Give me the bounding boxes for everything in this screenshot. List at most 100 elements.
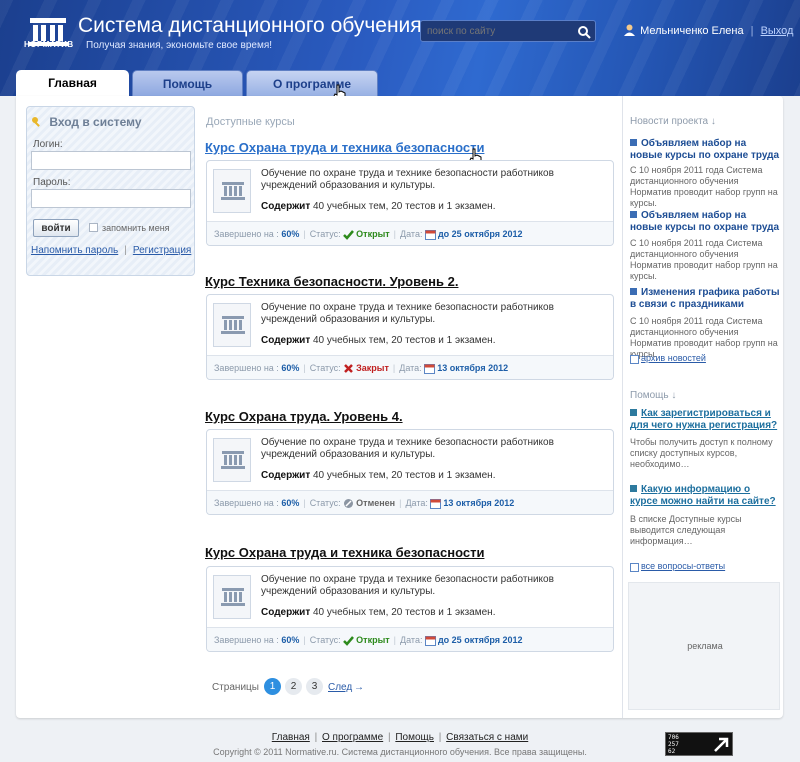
course-description: Обучение по охране труда и технике безоп…	[261, 574, 554, 597]
user-area: Мельниченко Елена | Выход	[624, 24, 793, 37]
login-button[interactable]: войти	[33, 219, 79, 237]
ad-label: реклама	[687, 641, 723, 651]
courses-section-title: Доступные курсы	[206, 116, 295, 128]
course-icon	[213, 303, 251, 347]
user-name[interactable]: Мельниченко Елена	[640, 25, 744, 37]
course-footer: Завершено на : 60% | Статус: Отменен | Дата:…	[207, 490, 613, 514]
remember-label: запомнить меня	[102, 223, 170, 233]
logout-link[interactable]: Выход	[761, 25, 794, 37]
page-1-button[interactable]: 1	[264, 678, 281, 695]
help-item-title[interactable]: Какую информацию о курсе можно найти на …	[630, 484, 780, 508]
calendar-icon	[430, 499, 442, 509]
news-bullet-icon	[630, 288, 637, 295]
password-label: Пароль:	[33, 177, 71, 188]
course-date: 13 октября 2012	[437, 363, 509, 373]
status-badge: Отменен	[356, 498, 396, 508]
course-contents: Содержит 40 учебных тем, 20 тестов и 1 э…	[261, 201, 496, 212]
news-bullet-icon	[630, 211, 637, 218]
help-item-text: В списке Доступные курсы выводится следу…	[630, 514, 742, 546]
course-title[interactable]: Курс Охрана труда и техника безопасности	[205, 140, 484, 155]
arrow-right-icon: →	[354, 682, 364, 693]
news-archive-link[interactable]: архив новостей	[630, 353, 706, 364]
register-link[interactable]: Регистрация	[133, 245, 191, 256]
course-card: Обучение по охране труда и технике безоп…	[206, 429, 614, 515]
search-input[interactable]	[427, 23, 567, 39]
cancel-icon	[344, 499, 354, 508]
user-icon	[624, 24, 635, 36]
help-bullet-icon	[630, 409, 637, 416]
counter-values: 706 257 62	[668, 734, 679, 755]
page-2-button[interactable]: 2	[285, 678, 302, 695]
visitor-counter[interactable]: 706 257 62	[665, 732, 733, 756]
check-icon	[343, 636, 355, 646]
news-item-text: С 10 ноября 2011 года Система дистанцион…	[630, 165, 778, 208]
archive-icon	[630, 355, 639, 364]
status-badge: Закрыт	[356, 363, 389, 373]
institution-icon	[221, 588, 245, 606]
footer-link-contact[interactable]: Связаться с нами	[446, 732, 528, 743]
institution-icon	[221, 316, 245, 334]
news-item-text: С 10 ноября 2011 года Система дистанцион…	[630, 238, 778, 281]
login-title: Вход в систему	[31, 115, 142, 129]
logo-text: НОРМАТИВ	[24, 40, 74, 49]
completion-value: 60%	[281, 363, 300, 373]
course-icon	[213, 575, 251, 619]
separator: |	[750, 25, 754, 37]
status-badge: Открыт	[356, 635, 390, 645]
footer-link-main[interactable]: Главная	[272, 732, 310, 743]
remind-password-link[interactable]: Напомнить пароль	[31, 245, 118, 256]
course-icon	[213, 169, 251, 213]
footer-link-about[interactable]: О программе	[322, 732, 383, 743]
course-title[interactable]: Курс Охрана труда. Уровень 4.	[205, 409, 403, 424]
faq-icon	[630, 563, 639, 572]
course-date: до 25 октября 2012	[437, 229, 523, 239]
counter-arrow-icon	[714, 737, 729, 752]
course-card: Обучение по охране труда и технике безоп…	[206, 294, 614, 380]
login-label: Логин:	[33, 139, 63, 150]
course-description: Обучение по охране труда и технике безоп…	[261, 168, 554, 191]
column-divider	[622, 96, 623, 718]
course-contents: Содержит 40 учебных тем, 20 тестов и 1 э…	[261, 470, 496, 481]
cross-icon	[344, 364, 354, 373]
password-input[interactable]	[31, 189, 191, 208]
news-heading: Новости проекта ↓	[630, 116, 716, 127]
tab-help[interactable]: Помощь	[132, 70, 243, 96]
course-contents: Содержит 40 учебных тем, 20 тестов и 1 э…	[261, 607, 496, 618]
course-card: Обучение по охране труда и технике безоп…	[206, 566, 614, 652]
help-heading: Помощь ↓	[630, 390, 677, 401]
key-icon	[32, 117, 40, 127]
tab-about[interactable]: О программе	[246, 70, 378, 96]
login-panel: Вход в систему Логин: Пароль: войти запо…	[26, 106, 195, 276]
login-input[interactable]	[31, 151, 191, 170]
footer-link-help[interactable]: Помощь	[395, 732, 434, 743]
course-title[interactable]: Курс Охрана труда и техника безопасности	[205, 545, 484, 560]
ad-banner[interactable]: реклама	[628, 582, 780, 710]
course-date: 13 октября 2012	[443, 498, 515, 508]
completion-value: 60%	[281, 229, 300, 239]
news-item-title[interactable]: Изменения графика работы в связи с празд…	[630, 287, 780, 311]
course-footer: Завершено на : 60% | Статус: Открыт | Дата: …	[207, 627, 613, 651]
site-subtitle: Получая знания, экономьте свое время!	[86, 40, 273, 51]
login-title-text: Вход в систему	[49, 115, 142, 129]
remember-checkbox[interactable]	[89, 223, 98, 232]
all-faq-link[interactable]: все вопросы-ответы	[630, 561, 725, 572]
course-title[interactable]: Курс Техника безопасности. Уровень 2.	[205, 274, 458, 289]
news-item-title[interactable]: Объявляем набор на новые курсы по охране…	[630, 210, 780, 234]
search-box	[420, 20, 596, 42]
course-footer: Завершено на : 60% | Статус: Закрыт | Дата: …	[207, 355, 613, 379]
status-badge: Открыт	[356, 229, 390, 239]
course-contents: Содержит 40 учебных тем, 20 тестов и 1 э…	[261, 335, 496, 346]
search-icon[interactable]	[577, 25, 591, 39]
news-bullet-icon	[630, 139, 637, 146]
help-item-title[interactable]: Как зарегистрироваться и для чего нужна …	[630, 408, 780, 432]
news-item-title[interactable]: Объявляем набор на новые курсы по охране…	[630, 138, 780, 162]
page-3-button[interactable]: 3	[306, 678, 323, 695]
help-item-text: Чтобы получить доступ к полному списку д…	[630, 437, 773, 469]
login-links: Напомнить пароль | Регистрация	[31, 245, 192, 256]
help-bullet-icon	[630, 485, 637, 492]
course-icon	[213, 438, 251, 482]
calendar-icon	[424, 364, 436, 374]
institution-icon	[221, 451, 245, 469]
tab-main[interactable]: Главная	[16, 70, 129, 96]
next-page-link[interactable]: След	[328, 682, 352, 693]
